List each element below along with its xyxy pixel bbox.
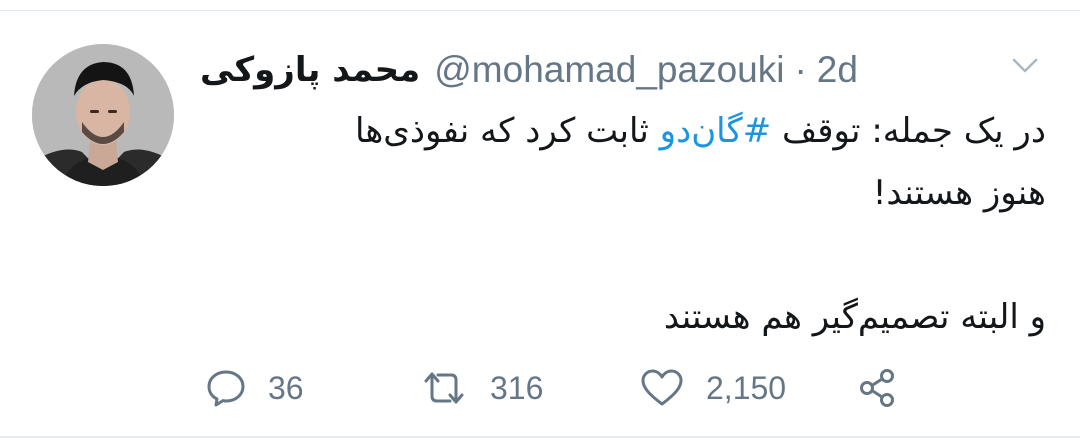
timestamp[interactable]: 2d <box>817 49 858 91</box>
tweet-menu-button[interactable] <box>1010 54 1040 78</box>
like-count: 2,150 <box>706 369 787 406</box>
retweet-icon <box>424 372 464 404</box>
reply-button[interactable]: 36 <box>206 360 304 416</box>
share-button[interactable] <box>858 360 898 416</box>
retweet-button[interactable]: 316 <box>420 360 543 416</box>
tweet-text-line-4: و البته تصمیم‌گیر هم هستند <box>663 297 1046 337</box>
like-button[interactable]: 2,150 <box>640 360 786 416</box>
tweet-text: در یک جمله: توقف #گان‌دو ثابت کرد که نفو… <box>206 100 1046 348</box>
tweet-actions: 36 316 2,150 <box>0 360 1080 416</box>
tweet-text-segment: ثابت کرد که نفوذی‌ها <box>354 111 649 151</box>
share-icon <box>860 369 894 407</box>
heart-icon <box>641 369 683 406</box>
tweet-text-line-1: در یک جمله: توقف #گان‌دو ثابت کرد که نفو… <box>206 100 1046 162</box>
avatar-photo-icon <box>32 44 174 186</box>
bottom-divider <box>0 436 1080 438</box>
author-display-name[interactable]: محمد پازوکی <box>200 50 420 90</box>
tweet-text-line-2: هنوز هستند! <box>872 173 1046 213</box>
retweet-count: 316 <box>490 369 544 406</box>
reply-count: 36 <box>268 369 304 406</box>
reply-icon <box>207 370 245 407</box>
tweet-text-segment: در یک جمله: توقف <box>782 111 1046 151</box>
avatar[interactable] <box>32 44 174 186</box>
chevron-down-icon <box>1012 58 1038 73</box>
top-divider <box>0 10 1080 11</box>
separator-dot: · <box>794 49 807 90</box>
tweet-header: محمد پازوکی @mohamad_pazouki · 2d <box>200 42 858 98</box>
hashtag-link[interactable]: #گان‌دو <box>660 111 772 151</box>
author-handle[interactable]: @mohamad_pazouki <box>434 49 784 91</box>
